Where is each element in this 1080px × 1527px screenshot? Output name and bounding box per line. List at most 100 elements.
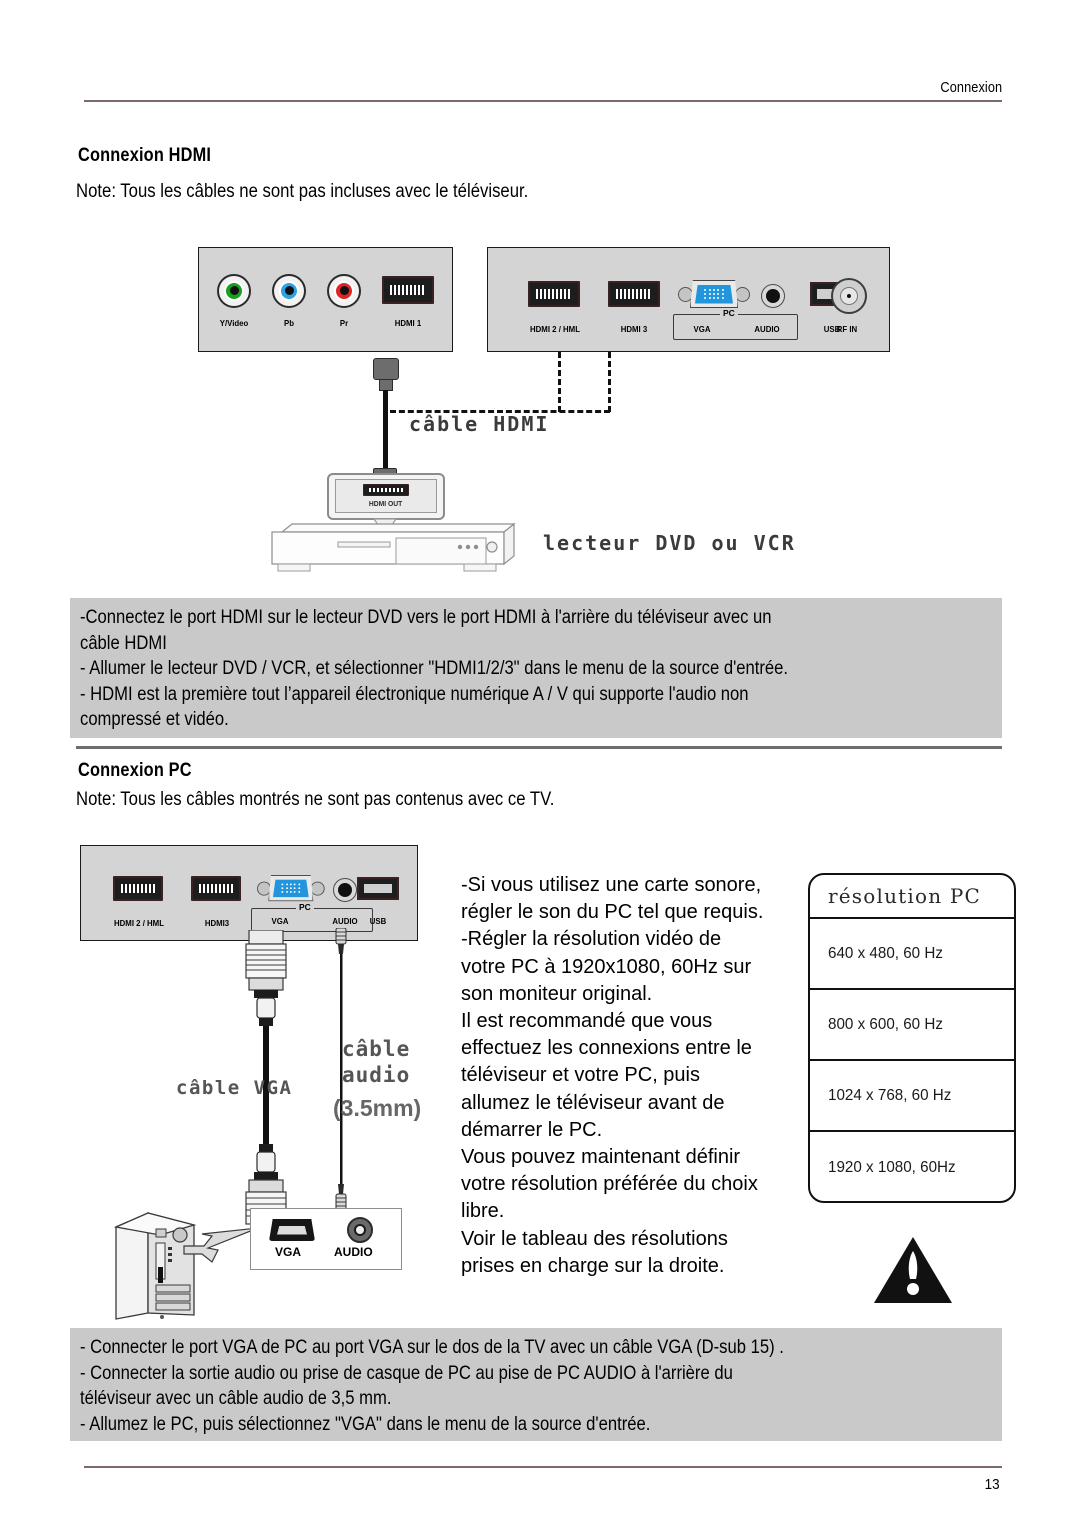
resolution-value: 640 x 480, 60 Hz bbox=[828, 944, 943, 962]
dvd-hdmi-out-inner: HDMI OUT bbox=[335, 479, 437, 513]
pc-hdmi3-port-icon bbox=[191, 876, 241, 901]
hdmi-section-note: Note: Tous les câbles ne sont pas inclus… bbox=[76, 181, 529, 202]
warning-triangle-icon bbox=[874, 1237, 952, 1303]
rca-blue-icon bbox=[272, 274, 306, 308]
footer-rule bbox=[84, 1466, 1002, 1468]
hdmi-plug-top-icon bbox=[373, 358, 399, 380]
pc-label-vga: VGA bbox=[271, 916, 289, 926]
audio-cable-label-3: (3.5mm) bbox=[333, 1095, 422, 1121]
hdmi-instruction-line: compressé et vidéo. bbox=[80, 709, 229, 730]
tv-panel-pc: HDMI 2 / HML HDMI3 PC VGA AUDIO USB bbox=[80, 845, 418, 941]
label-pb: Pb bbox=[283, 318, 295, 328]
tv-panel-left: Y/Video Pb Pr HDMI 1 bbox=[198, 247, 453, 352]
pc-body-line: allumez le téléviseur avant de bbox=[461, 1091, 725, 1114]
hdmi-section-title: Connexion HDMI bbox=[78, 145, 212, 166]
resolution-table: résolution PC 640 x 480, 60 Hz 800 x 600… bbox=[808, 873, 1016, 1203]
resolution-table-title: résolution PC bbox=[828, 884, 982, 908]
pc-instructions-box: - Connecter le port VGA de PC au port VG… bbox=[70, 1328, 1002, 1441]
page-number: 13 bbox=[984, 1476, 1000, 1493]
tv-panel-right: HDMI 2 / HML HDMI 3 PC VGA AUDIO USB RF … bbox=[487, 247, 890, 352]
pc-back-ports-box: VGA AUDIO bbox=[250, 1208, 402, 1270]
header-rule bbox=[84, 100, 1002, 102]
audio-cable-label-2: audio bbox=[342, 1063, 411, 1087]
hdmi-cable-wire bbox=[383, 390, 388, 472]
hdmi3-port-icon bbox=[608, 281, 660, 307]
label-pr: Pr bbox=[339, 318, 349, 328]
pc-section-title: Connexion PC bbox=[78, 760, 192, 781]
label-rf-in: RF IN bbox=[836, 324, 858, 334]
pc-instruction-line: - Allumez le PC, puis sélectionnez "VGA"… bbox=[80, 1413, 651, 1435]
pc-dsub-icon bbox=[269, 1219, 315, 1241]
audio-cable-label-1: câble bbox=[342, 1037, 411, 1061]
jack-pr bbox=[327, 274, 361, 308]
pc-body-line: votre PC à 1920x1080, 60Hz sur bbox=[461, 955, 752, 978]
pc-label-usb: USB bbox=[369, 916, 387, 926]
label-y-video: Y/Video bbox=[219, 318, 249, 328]
pc-audio-jack-icon bbox=[761, 284, 785, 308]
label-hdmi2-hml: HDMI 2 / HML bbox=[530, 324, 580, 334]
jack-pb bbox=[272, 274, 306, 308]
pc-body-line: démarrer le PC. bbox=[461, 1118, 603, 1141]
hdmi-instruction-line: - HDMI est la première tout l’appareil é… bbox=[80, 683, 749, 705]
label-vga: VGA bbox=[693, 324, 711, 334]
hdmi-cable-label: câble HDMI bbox=[409, 412, 550, 436]
pc-body-line: Vous pouvez maintenant définir bbox=[461, 1146, 741, 1169]
pc-label-bracket: PC bbox=[296, 902, 314, 912]
pc-label-hdmi3: HDMI3 bbox=[204, 918, 230, 928]
running-head: Connexion bbox=[940, 80, 1002, 96]
hdmi-instructions-box: -Connectez le port HDMI sur le lecteur D… bbox=[70, 598, 1002, 738]
label-hdmi-out: HDMI OUT bbox=[369, 499, 403, 508]
pc-usb-port-icon bbox=[357, 877, 399, 900]
vga-cable-label: câble VGA bbox=[176, 1077, 293, 1099]
label-pc-bracket: PC bbox=[720, 308, 738, 318]
label-hdmi1: HDMI 1 bbox=[394, 318, 422, 328]
dvd-device-label: lecteur DVD ou VCR bbox=[543, 531, 796, 555]
resolution-table-header: résolution PC bbox=[810, 875, 1014, 919]
pc-body-line: téléviseur et votre PC, puis bbox=[461, 1064, 700, 1087]
pc-body-line: prises en charge sur la droite. bbox=[461, 1254, 725, 1277]
pc-instruction-line: - Connecter la sortie audio ou prise de … bbox=[80, 1362, 733, 1384]
table-row: 1024 x 768, 60 Hz bbox=[810, 1061, 1014, 1132]
resolution-value: 1920 x 1080, 60Hz bbox=[828, 1158, 956, 1176]
pc-hdmi2-port-icon bbox=[113, 876, 163, 901]
pc-instruction-line: téléviseur avec un câble audio de 3,5 mm… bbox=[80, 1388, 392, 1409]
table-row: 1920 x 1080, 60Hz bbox=[810, 1132, 1014, 1201]
pc-body-line: effectuez les connexions entre le bbox=[461, 1037, 752, 1060]
rca-green-icon bbox=[217, 274, 251, 308]
label-audio: AUDIO bbox=[754, 324, 780, 334]
pc-audio-jack-icon-2 bbox=[333, 878, 357, 902]
pc-audio-icon bbox=[347, 1217, 373, 1243]
pc-instruction-line: - Connecter le port VGA de PC au port VG… bbox=[80, 1337, 784, 1358]
pc-body-line: Il est recommandé que vous bbox=[461, 1010, 713, 1033]
hdmi-out-port-icon bbox=[363, 484, 409, 496]
pc-body-text: -Si vous utilisez une carte sonore, régl… bbox=[461, 872, 801, 1280]
pc-body-line: Voir le tableau des résolutions bbox=[461, 1227, 728, 1250]
label-hdmi3: HDMI 3 bbox=[620, 324, 648, 334]
section-divider bbox=[76, 746, 1002, 749]
resolution-value: 1024 x 768, 60 Hz bbox=[828, 1086, 952, 1104]
pc-vga-port-icon bbox=[257, 875, 325, 902]
table-row: 800 x 600, 60 Hz bbox=[810, 990, 1014, 1061]
pc-vga-caption: VGA bbox=[275, 1245, 302, 1259]
rca-red-icon bbox=[327, 274, 361, 308]
pc-audio-caption: AUDIO bbox=[334, 1245, 373, 1259]
pc-body-line: votre résolution préférée du choix bbox=[461, 1173, 758, 1196]
rf-in-port-icon bbox=[831, 278, 867, 314]
pc-label-hdmi2-hml: HDMI 2 / HML bbox=[114, 918, 164, 928]
jack-y-video bbox=[217, 274, 251, 308]
hdmi-instruction-line: câble HDMI bbox=[80, 632, 167, 654]
dashed-line-hdmi2 bbox=[558, 352, 561, 412]
hdmi1-port-icon bbox=[382, 276, 434, 304]
dashed-line-hdmi3 bbox=[608, 352, 611, 412]
pc-body-line: son moniteur original. bbox=[461, 982, 653, 1005]
table-row: 640 x 480, 60 Hz bbox=[810, 919, 1014, 990]
hdmi-instruction-line: -Connectez le port HDMI sur le lecteur D… bbox=[80, 607, 772, 628]
resolution-value: 800 x 600, 60 Hz bbox=[828, 1015, 943, 1033]
hdmi-instruction-line: - Allumer le lecteur DVD / VCR, et sélec… bbox=[80, 658, 789, 679]
pc-section-note: Note: Tous les câbles montrés ne sont pa… bbox=[76, 789, 555, 810]
pc-body-line: régler le son du PC tel que requis. bbox=[461, 901, 764, 924]
vga-port-icon bbox=[678, 280, 750, 308]
pc-body-line: libre. bbox=[461, 1200, 505, 1223]
hdmi2-port-icon bbox=[528, 281, 580, 307]
pc-body-line: -Si vous utilisez une carte sonore, bbox=[461, 874, 762, 896]
